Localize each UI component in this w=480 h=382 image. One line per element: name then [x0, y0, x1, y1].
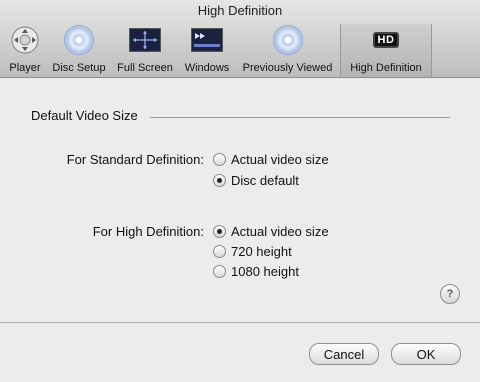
toolbar-label: Windows: [184, 62, 230, 74]
toolbar-label: Disc Setup: [52, 62, 106, 74]
radio-label: Disc default: [231, 173, 299, 188]
high-definition-label: For High Definition:: [92, 224, 204, 239]
disc-icon: [271, 24, 305, 56]
high-1080-height-radio[interactable]: 1080 height: [213, 264, 299, 279]
toolbar-item-windows[interactable]: Windows: [180, 24, 234, 77]
toolbar-item-player[interactable]: Player: [4, 24, 46, 77]
section-title: Default Video Size: [31, 108, 138, 123]
standard-definition-label: For Standard Definition:: [66, 152, 204, 167]
toolbar-item-previously-viewed[interactable]: Previously Viewed: [236, 24, 339, 77]
radio-label: 1080 height: [231, 264, 299, 279]
radio-indicator-selected: [213, 225, 226, 238]
high-720-height-radio[interactable]: 720 height: [213, 244, 292, 259]
standard-disc-default-radio[interactable]: Disc default: [213, 173, 299, 188]
radio-label: Actual video size: [231, 224, 329, 239]
toolbar-item-full-screen[interactable]: Full Screen: [113, 24, 177, 77]
toolbar-label: Previously Viewed: [242, 62, 333, 74]
fullscreen-icon: [128, 24, 162, 56]
ok-button[interactable]: OK: [391, 343, 461, 365]
radio-label: Actual video size: [231, 152, 329, 167]
toolbar: High Definition Player Disc Setup Full S…: [0, 0, 480, 78]
preferences-window: High Definition Player Disc Setup Full S…: [0, 0, 480, 382]
toolbar-label: Player: [9, 62, 41, 74]
high-actual-size-radio[interactable]: Actual video size: [213, 224, 329, 239]
radio-indicator: [213, 245, 226, 258]
player-control-icon: [8, 24, 42, 56]
radio-indicator: [213, 153, 226, 166]
window-title: High Definition: [197, 3, 283, 18]
toolbar-item-disc-setup[interactable]: Disc Setup: [48, 24, 110, 77]
disc-icon: [62, 24, 96, 56]
help-button[interactable]: ?: [440, 284, 460, 304]
windows-icon: [190, 24, 224, 56]
bottom-divider: [0, 322, 480, 323]
radio-indicator: [213, 265, 226, 278]
radio-label: 720 height: [231, 244, 292, 259]
radio-indicator-selected: [213, 174, 226, 187]
section-divider: [150, 117, 450, 118]
toolbar-label: High Definition: [350, 62, 422, 74]
hd-glyph: HD: [372, 32, 400, 48]
hd-icon: HD: [369, 24, 403, 56]
standard-actual-size-radio[interactable]: Actual video size: [213, 152, 329, 167]
toolbar-label: Full Screen: [117, 62, 173, 74]
cancel-button[interactable]: Cancel: [309, 343, 379, 365]
help-icon: ?: [446, 288, 454, 300]
toolbar-item-high-definition[interactable]: HD High Definition: [340, 24, 432, 77]
